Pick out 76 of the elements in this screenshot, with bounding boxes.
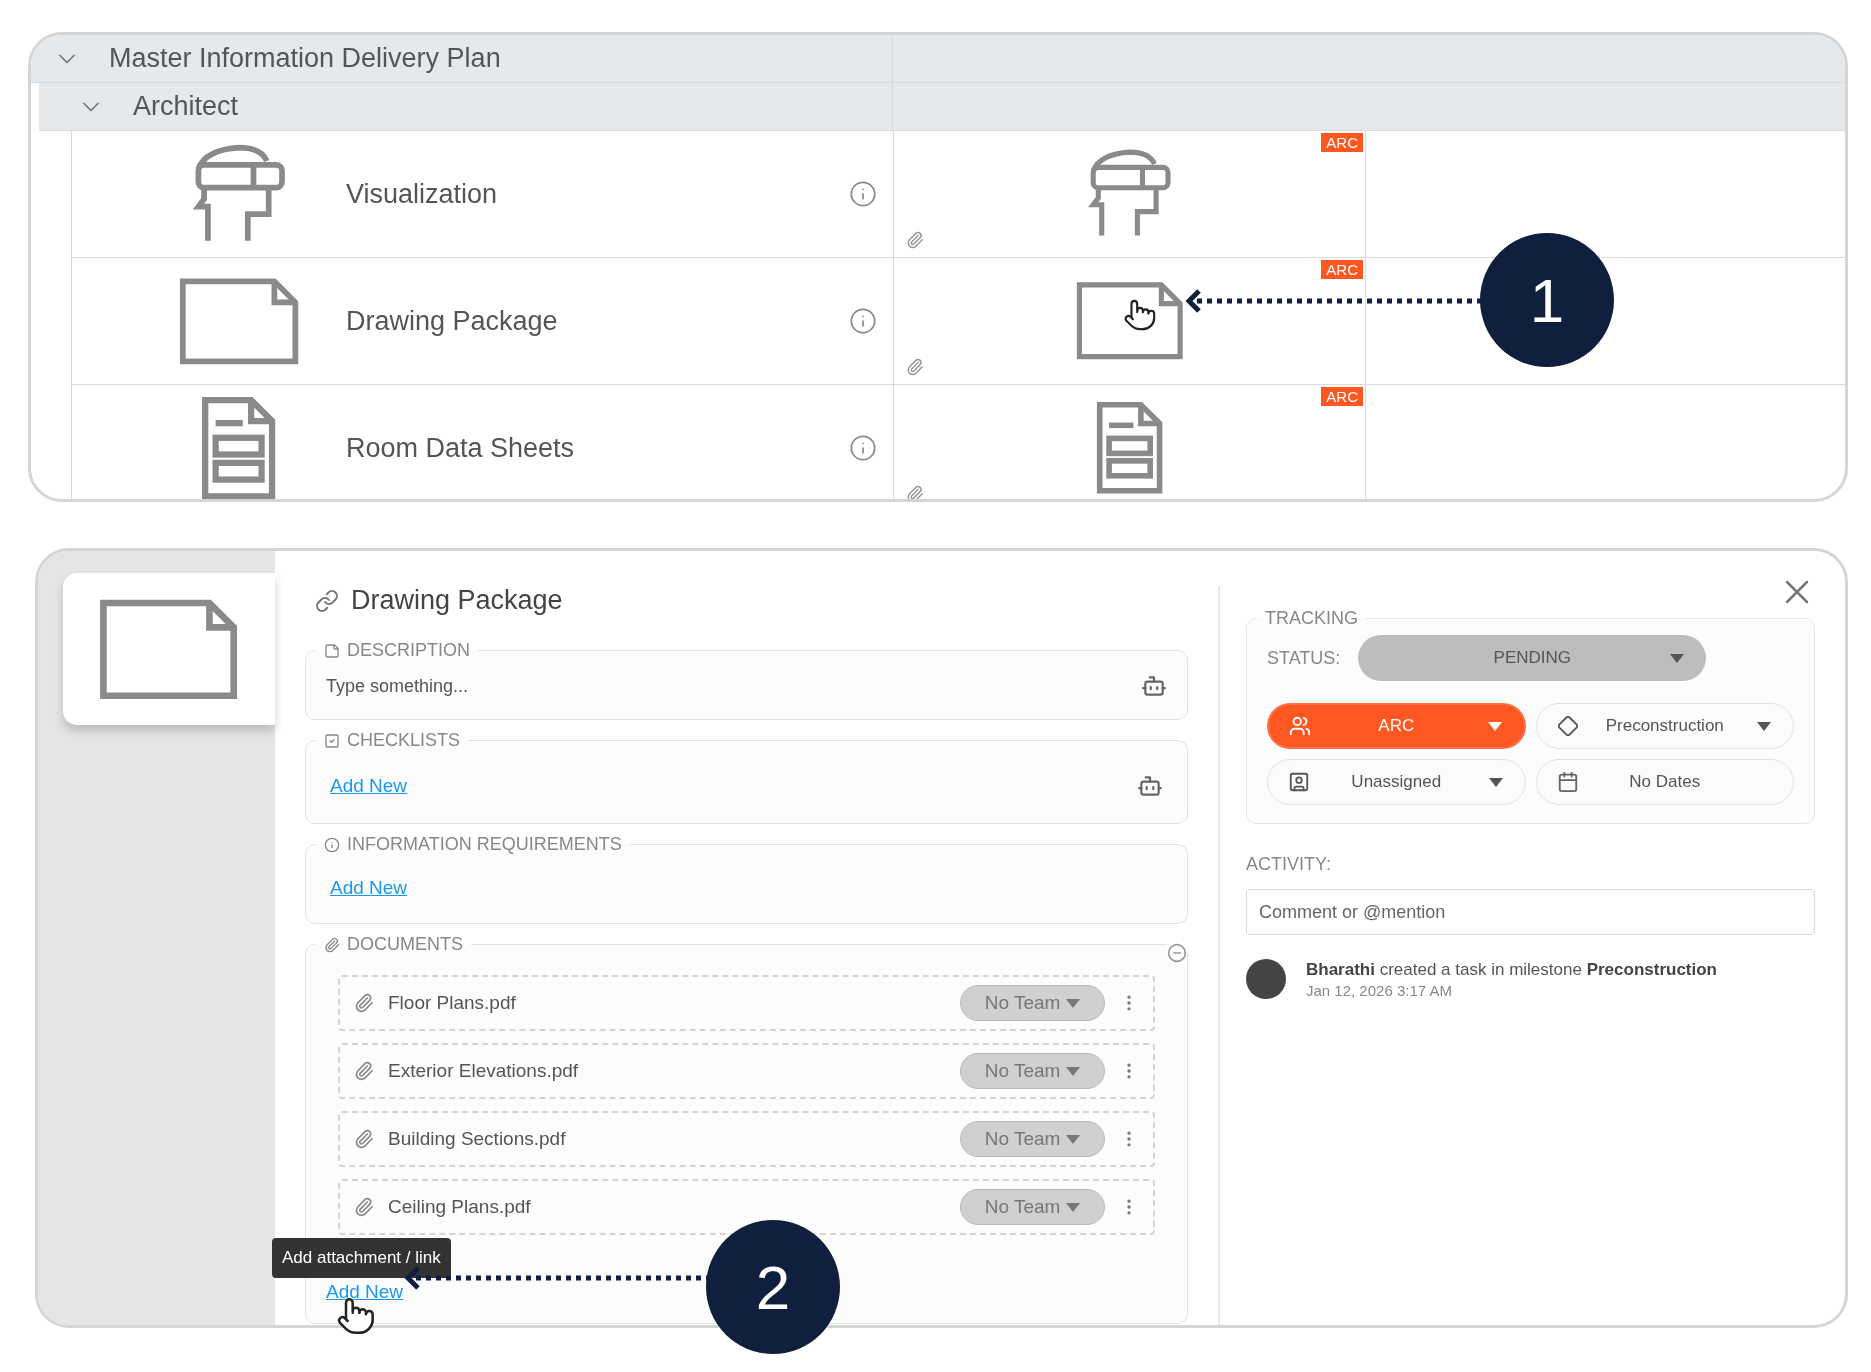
team-dropdown[interactable]: No Team (960, 1189, 1105, 1225)
team-dropdown[interactable]: No Team (960, 985, 1105, 1021)
paperclip-icon[interactable] (906, 231, 924, 249)
deliverable-cell[interactable]: ARC (894, 385, 1366, 499)
paperclip-icon (354, 1197, 374, 1217)
blank-sheet-icon (1075, 281, 1184, 361)
checkbox-icon (324, 732, 340, 749)
team-dropdown[interactable]: ARC (1267, 703, 1526, 749)
section-label: DOCUMENTS (347, 934, 463, 955)
blank-sheet-icon (99, 597, 239, 701)
caret-icon (1066, 1134, 1081, 1144)
caret-icon (1670, 653, 1685, 663)
team-tag: ARC (1321, 387, 1363, 406)
add-new-link[interactable]: Add New (326, 1281, 404, 1302)
hand-cursor-icon (1123, 298, 1157, 332)
add-new-link[interactable]: Add New (330, 877, 408, 899)
activity-text: Bharathi created a task in milestone Preconstruction (1306, 959, 1717, 980)
link-icon (315, 588, 339, 613)
add-new-link[interactable]: Add New (330, 775, 408, 797)
dates-button[interactable]: No Dates (1535, 759, 1794, 805)
team-tag: ARC (1321, 260, 1363, 279)
data-sheet-icon (1095, 401, 1164, 495)
row-name: Visualization (346, 178, 499, 210)
deliverable-cell[interactable]: ARC (894, 131, 1366, 257)
robot-icon[interactable] (1137, 773, 1163, 799)
info-icon[interactable] (849, 180, 877, 208)
calendar-icon (1556, 771, 1579, 793)
section-label: INFORMATION REQUIREMENTS (347, 834, 622, 855)
assignee-dropdown[interactable]: Unassigned (1267, 759, 1526, 805)
caret-icon (1757, 721, 1771, 731)
paperclip-icon[interactable] (906, 485, 924, 499)
task-title: Drawing Package (351, 585, 563, 616)
caret-icon (1066, 1066, 1081, 1076)
file-name[interactable]: Floor Plans.pdf (388, 992, 946, 1014)
activity-time: Jan 12, 2026 3:17 AM (1306, 981, 1453, 999)
avatar (1246, 959, 1286, 999)
plan-title: Master Information Delivery Plan (109, 43, 501, 74)
group-title: Architect (133, 91, 239, 122)
blank-sheet-icon (178, 276, 300, 366)
milestone-dropdown[interactable]: Preconstruction (1535, 703, 1794, 749)
paperclip-icon (354, 1061, 374, 1081)
row-name: Drawing Package (346, 305, 559, 337)
file-name[interactable]: Building Sections.pdf (388, 1128, 946, 1150)
info-icon (324, 836, 340, 853)
row-name: Room Data Sheets (346, 432, 576, 464)
paperclip-icon (324, 936, 340, 953)
robot-icon[interactable] (1141, 673, 1167, 699)
team-dropdown[interactable]: No Team (960, 1121, 1105, 1157)
file-name[interactable]: Exterior Elevations.pdf (388, 1060, 946, 1082)
team-tag: ARC (1321, 133, 1363, 152)
info-icon[interactable] (849, 434, 877, 462)
paperclip-icon[interactable] (906, 358, 924, 376)
info-icon[interactable] (849, 307, 877, 335)
data-sheet-icon (201, 395, 277, 499)
section-label: CHECKLISTS (347, 730, 461, 751)
file-name[interactable]: Ceiling Plans.pdf (388, 1196, 946, 1218)
caret-icon (1066, 1202, 1081, 1212)
diamond-icon (1556, 715, 1579, 737)
status-label: STATUS: (1267, 647, 1341, 669)
user-icon (1288, 771, 1310, 793)
section-label: DESCRIPTION (347, 640, 470, 661)
paperclip-icon (354, 993, 374, 1013)
paperclip-icon (354, 1129, 374, 1149)
collapse-icon[interactable] (1167, 943, 1187, 963)
description-field[interactable]: Type something... (326, 674, 926, 699)
caret-icon (1488, 777, 1503, 787)
caret-icon (1487, 721, 1502, 731)
users-icon (1289, 715, 1311, 737)
comment-field[interactable]: Comment or @mention (1246, 889, 1815, 935)
status-dropdown[interactable]: PENDING (1358, 635, 1707, 681)
caret-icon (1066, 998, 1081, 1008)
tooltip: Add attachment / link (272, 1238, 451, 1278)
team-dropdown[interactable]: No Team (960, 1053, 1105, 1089)
activity-label: ACTIVITY: (1246, 854, 1333, 875)
section-label: TRACKING (1265, 608, 1358, 629)
note-icon (324, 642, 340, 659)
